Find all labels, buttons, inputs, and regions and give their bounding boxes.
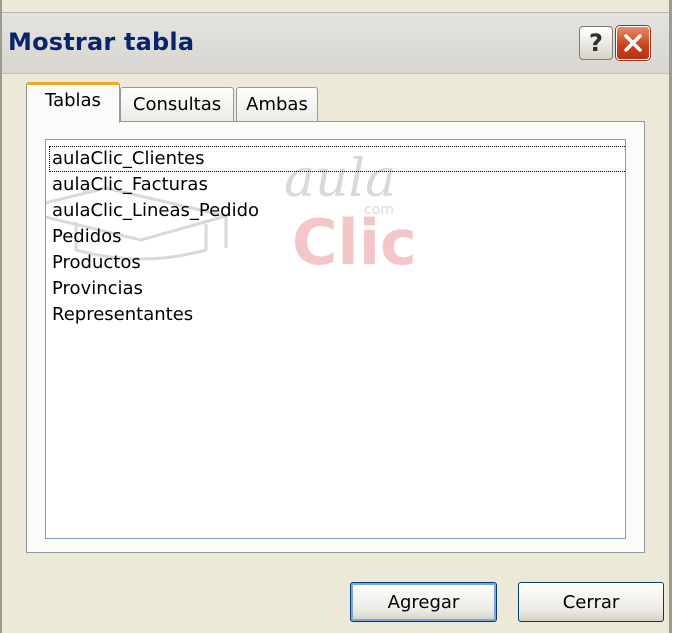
list-item[interactable]: aulaClic_Lineas_Pedido (49, 198, 263, 224)
tab-tablas-label: Tablas (45, 90, 101, 111)
list-item[interactable]: Provincias (49, 276, 147, 302)
tab-ambas[interactable]: Ambas (236, 87, 318, 121)
list-item[interactable]: aulaClic_Facturas (49, 172, 212, 198)
watermark-com: com (364, 202, 394, 218)
table-listbox[interactable]: aula com Clic aulaClic_Clientes aulaClic… (45, 139, 626, 539)
tab-ambas-label: Ambas (246, 94, 308, 115)
dialog-window: Mostrar tabla ? Tablas Consultas Ambas a… (0, 0, 672, 633)
title-bar[interactable]: Mostrar tabla ? (2, 12, 669, 74)
close-window-button[interactable] (616, 26, 650, 60)
list-item[interactable]: Representantes (49, 302, 197, 328)
add-button[interactable]: Agregar (350, 582, 497, 622)
tab-panel: aula com Clic aulaClic_Clientes aulaClic… (26, 121, 645, 553)
close-button[interactable]: Cerrar (518, 582, 664, 622)
tab-tablas[interactable]: Tablas (26, 82, 120, 123)
tab-consultas-label: Consultas (132, 94, 222, 115)
list-item[interactable]: Productos (49, 250, 145, 276)
watermark-clic: Clic (292, 206, 417, 279)
tab-consultas[interactable]: Consultas (120, 87, 234, 121)
help-icon: ? (589, 29, 603, 57)
list-item[interactable]: aulaClic_Clientes (49, 146, 625, 172)
dialog-title: Mostrar tabla (8, 28, 195, 56)
help-button[interactable]: ? (579, 26, 613, 60)
close-icon (624, 34, 642, 52)
list-item[interactable]: Pedidos (49, 224, 126, 250)
